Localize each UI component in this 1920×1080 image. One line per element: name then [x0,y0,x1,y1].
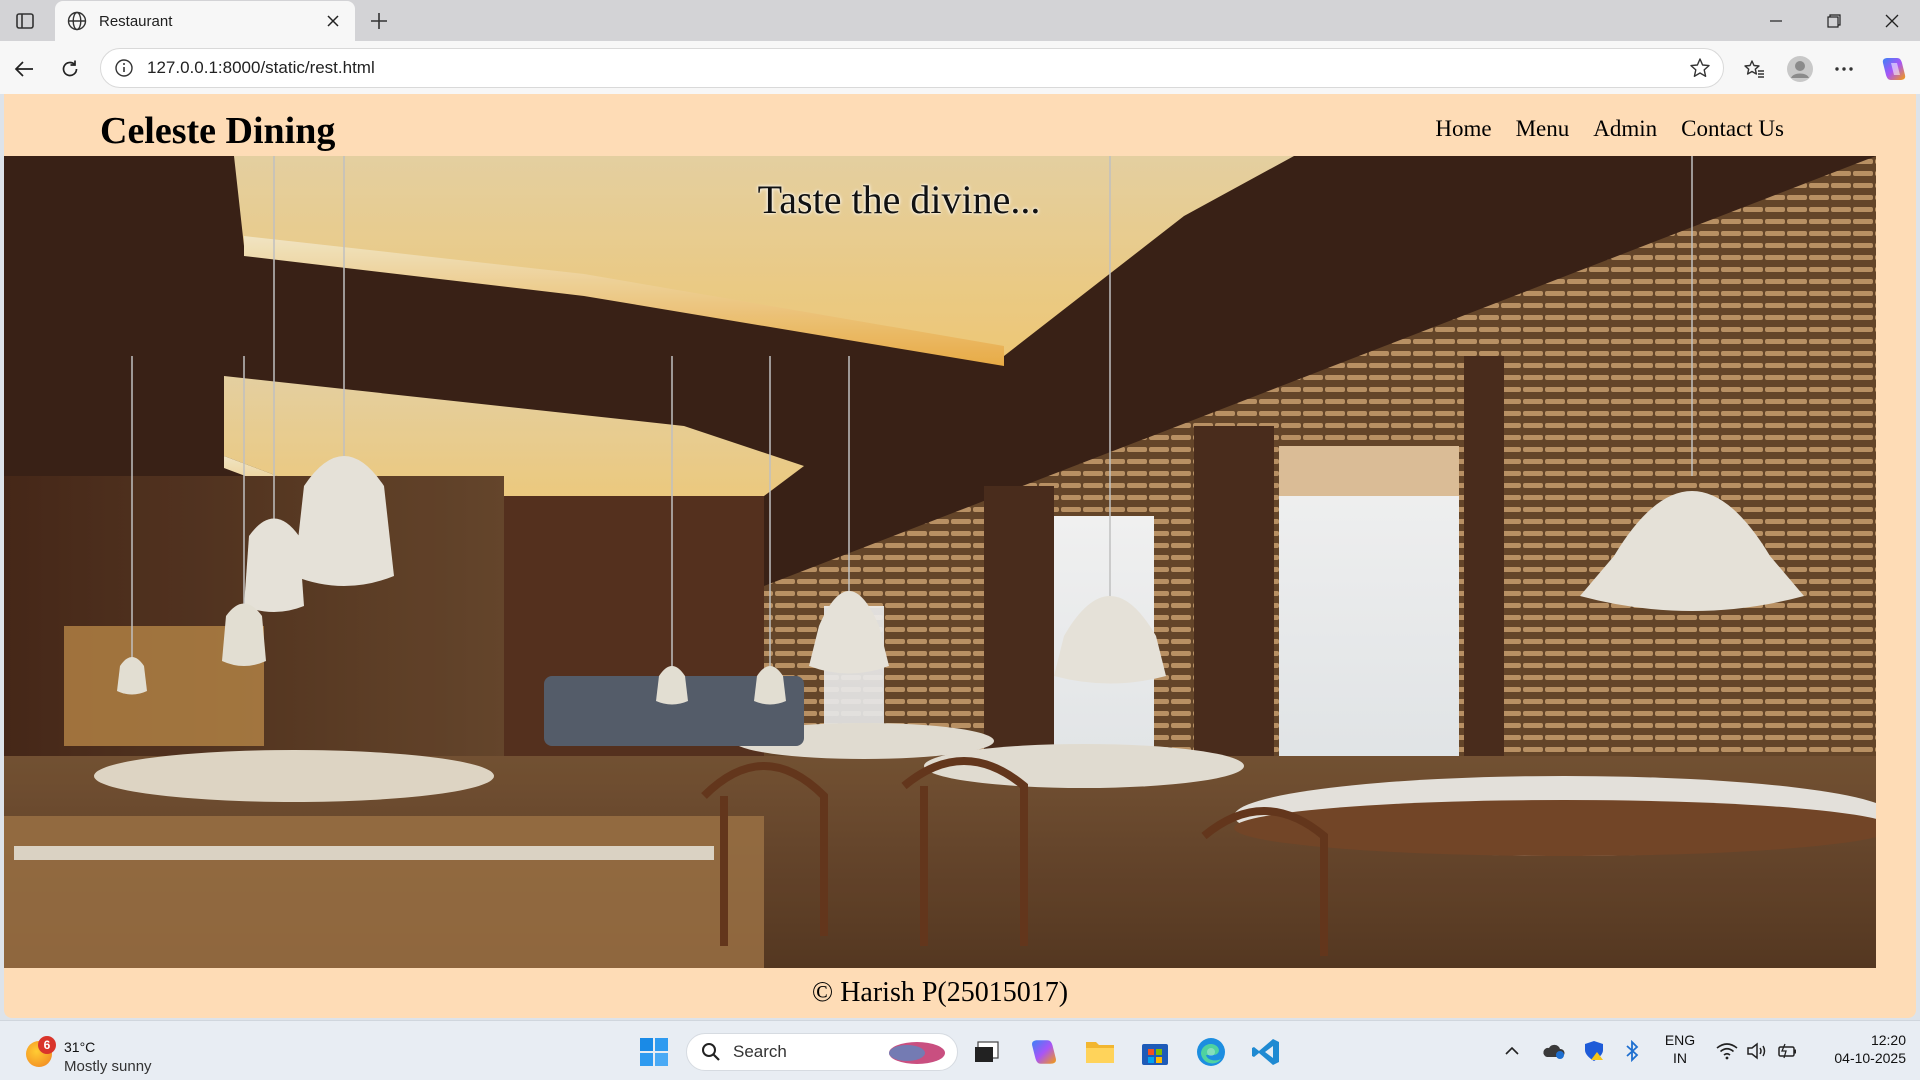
page-viewport: Celeste Dining Home Menu Admin Contact U… [4,94,1916,1018]
site-footer: © Harish P(25015017) [4,968,1876,1018]
more-menu-icon[interactable] [1828,53,1860,85]
input-language[interactable]: ENG IN [1660,1031,1700,1067]
clock-date: 04-10-2025 [1834,1050,1906,1066]
restaurant-interior-illustration [4,156,1876,968]
tab-title: Restaurant [99,12,173,30]
close-window-icon[interactable] [1864,0,1920,41]
browser-tab-bar: Restaurant [0,0,1920,41]
favorite-star-icon[interactable] [1689,57,1711,79]
weather-temperature: 31°C [64,1039,96,1055]
file-explorer-icon[interactable] [1081,1033,1119,1071]
profile-avatar-icon[interactable] [1784,53,1816,85]
onedrive-icon[interactable] [1540,1033,1568,1069]
hero-tagline: Taste the divine... [757,177,1041,222]
favorites-icon[interactable] [1738,53,1770,85]
hero-restaurant-image: Taste the divine... [4,156,1876,968]
weather-condition: Mostly sunny [64,1058,152,1075]
windows-start-icon[interactable] [635,1033,673,1071]
site-header: Celeste Dining Home Menu Admin Contact U… [4,94,1916,156]
new-tab-button[interactable] [364,6,394,36]
site-brand: Celeste Dining [100,110,336,152]
security-shield-icon[interactable] [1580,1033,1608,1069]
back-arrow-icon[interactable] [8,53,40,85]
battery-icon[interactable] [1774,1033,1800,1069]
minimize-icon[interactable] [1748,0,1804,41]
show-hidden-icons-chevron[interactable] [1500,1033,1524,1069]
site-nav: Home Menu Admin Contact Us [1435,116,1784,142]
edge-browser-icon[interactable] [1192,1033,1230,1071]
browser-toolbar: 127.0.0.1:8000/static/rest.html [0,41,1920,94]
browser-tab[interactable]: Restaurant [55,1,355,41]
language-code: ENG [1664,1032,1696,1048]
vscode-icon[interactable] [1247,1033,1285,1071]
language-region: IN [1673,1050,1687,1066]
close-tab-icon[interactable] [323,11,343,31]
wifi-icon[interactable] [1714,1033,1740,1069]
site-info-icon[interactable] [113,57,135,79]
restore-icon[interactable] [1806,0,1862,41]
globe-icon [67,11,87,31]
taskbar-search[interactable]: Search [686,1033,958,1071]
clock-time: 12:20 [1870,1032,1906,1048]
nav-menu-link[interactable]: Menu [1516,116,1570,142]
nav-home-link[interactable]: Home [1435,116,1491,142]
search-label: Search [733,1042,787,1061]
weather-widget[interactable]: 6 31°C Mostly sunny [24,1029,204,1075]
volume-icon[interactable] [1744,1033,1770,1069]
copilot-taskbar-icon[interactable] [1025,1033,1063,1071]
taskbar-clock[interactable]: 12:20 04-10-2025 [1810,1031,1906,1067]
nav-admin-link[interactable]: Admin [1593,116,1657,142]
copilot-icon[interactable] [1878,53,1910,85]
search-icon [702,1043,720,1061]
address-bar[interactable]: 127.0.0.1:8000/static/rest.html [100,48,1724,88]
search-highlight-icon [889,1042,945,1064]
os-taskbar: 6 31°C Mostly sunny Search ENG IN 12:20 … [0,1020,1920,1080]
bluetooth-icon[interactable] [1620,1033,1644,1069]
microsoft-store-icon[interactable] [1136,1033,1174,1071]
notification-badge: 6 [38,1036,56,1054]
reload-icon[interactable] [54,53,86,85]
sidebar-toggle-icon[interactable] [10,8,40,34]
url-text: 127.0.0.1:8000/static/rest.html [147,58,375,77]
nav-contact-link[interactable]: Contact Us [1681,116,1784,142]
footer-copyright: © Harish P(25015017) [811,977,1069,1008]
task-view-icon[interactable] [968,1033,1006,1071]
